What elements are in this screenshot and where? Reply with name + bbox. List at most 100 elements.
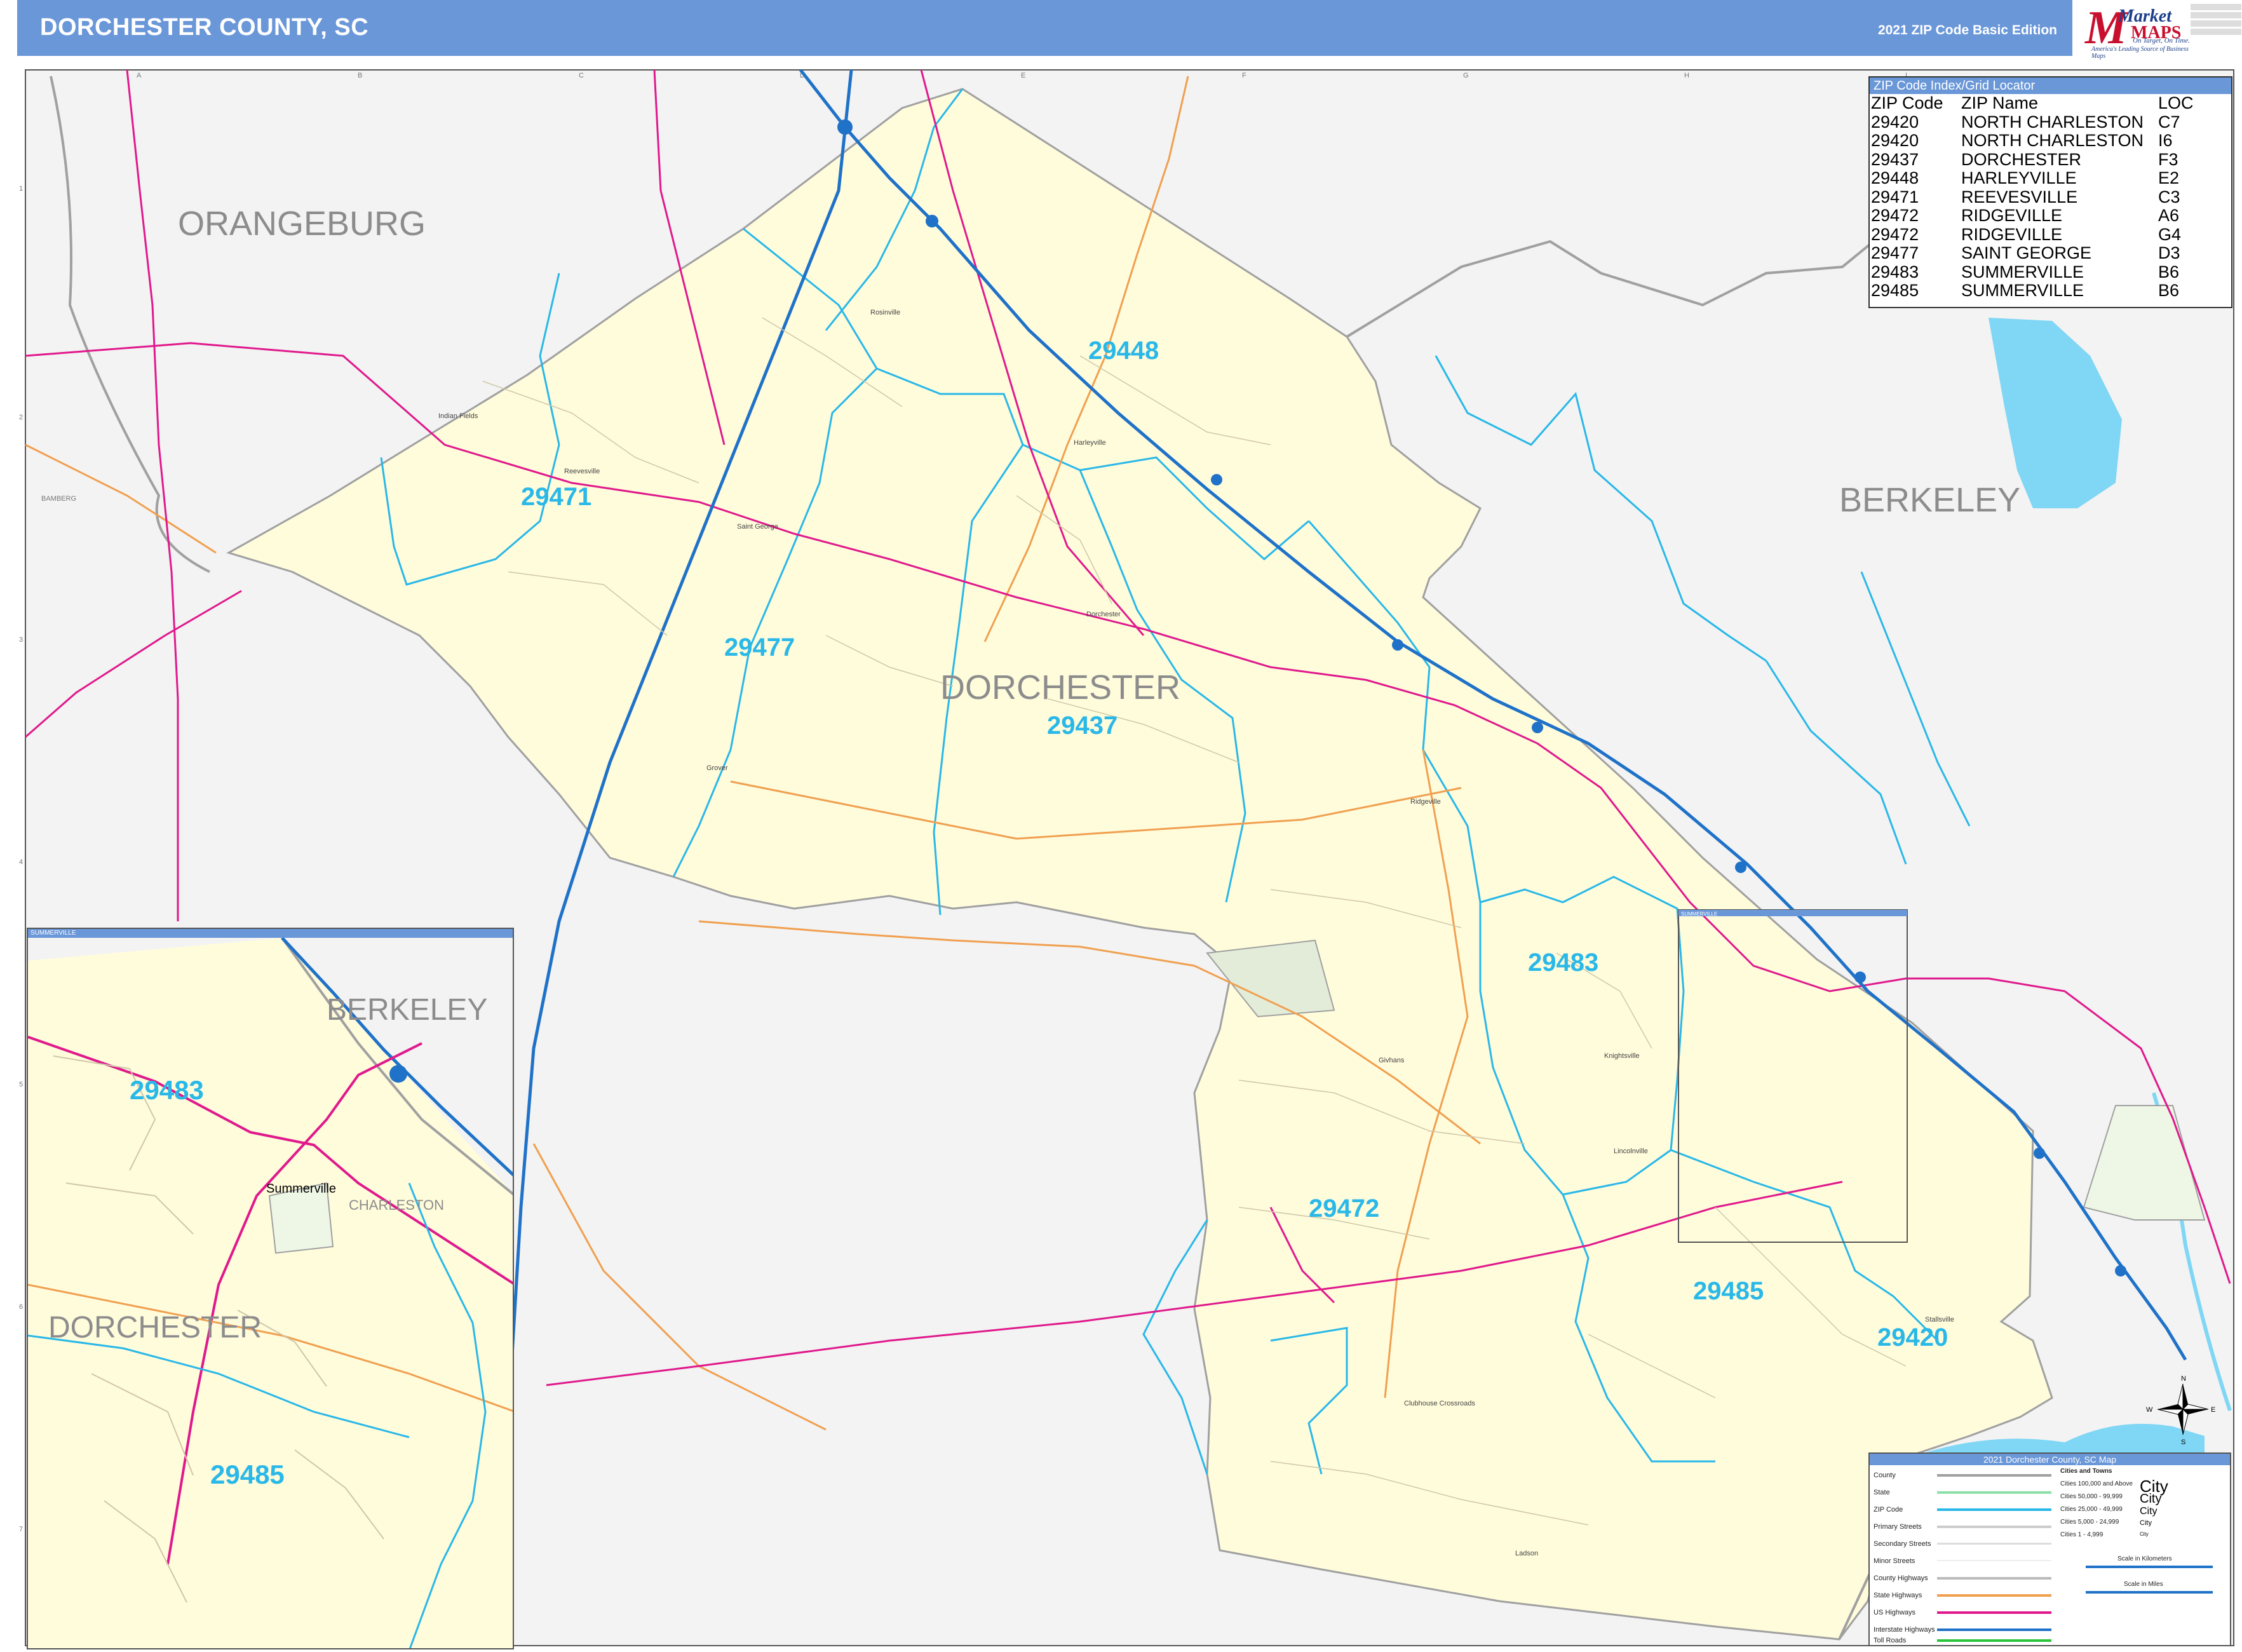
zip-label-29471: 29471 xyxy=(521,483,591,511)
grid-col-h: H xyxy=(1684,72,1689,79)
legend-item-us-hwy: US Highways xyxy=(1874,1609,1916,1616)
grid-col-g: G xyxy=(1463,72,1469,79)
legend-city-sample-4: City xyxy=(2140,1519,2152,1527)
map-legend: 2021 Dorchester County, SC Map County St… xyxy=(1868,1452,2231,1646)
table-row: 29420 NORTH CHARLESTON C7 xyxy=(1871,112,2194,132)
legend-city-tier-1: Cities 100,000 and Above xyxy=(2060,1480,2133,1487)
cell-name: REEVESVILLE xyxy=(1961,187,2078,207)
table-row: 29472 RIDGEVILLE A6 xyxy=(1871,206,2194,226)
legend-swatch-zip xyxy=(1937,1508,2051,1511)
legend-city-tier-5: Cities 1 - 4,999 xyxy=(2060,1531,2104,1538)
berkeley-label: BERKELEY xyxy=(1839,481,2020,519)
compass-west: W xyxy=(2146,1406,2153,1414)
zip-label-29420: 29420 xyxy=(1877,1324,1948,1351)
cell-loc: A6 xyxy=(2158,206,2180,225)
grid-col-f: F xyxy=(1242,72,1246,79)
inset-zip-29483: 29483 xyxy=(130,1075,204,1105)
cell-zip: 29472 xyxy=(1871,224,1919,244)
legend-city-tier-3: Cities 25,000 - 49,999 xyxy=(2060,1506,2123,1513)
cell-zip: 29471 xyxy=(1871,187,1919,207)
zip-label-29472: 29472 xyxy=(1309,1195,1379,1222)
summerville-locator-label: SUMMERVILLE xyxy=(1681,911,1717,917)
legend-scale-miles-bar xyxy=(2086,1591,2213,1594)
town-saint-george: Saint George xyxy=(737,523,778,531)
table-row: 29477 SAINT GEORGE D3 xyxy=(1871,243,2194,263)
legend-item-county: County xyxy=(1874,1472,1896,1479)
town-reevesville: Reevesville xyxy=(564,468,600,475)
legend-swatch-county xyxy=(1937,1474,2051,1477)
cell-name: RIDGEVILLE xyxy=(1961,224,2063,244)
cell-loc: B6 xyxy=(2158,281,2180,300)
legend-item-state: State xyxy=(1874,1489,1890,1496)
bamberg-label: BAMBERG xyxy=(41,495,76,503)
grid-col-a: A xyxy=(137,72,142,79)
legend-item-zip: ZIP Code xyxy=(1874,1506,1903,1513)
cell-loc: C7 xyxy=(2158,112,2180,132)
cell-zip: 29485 xyxy=(1871,281,1919,300)
inset-charleston-label: CHARLESTON xyxy=(349,1197,444,1213)
zip-label-29485: 29485 xyxy=(1693,1277,1764,1305)
town-clubhouse-crossroads: Clubhouse Crossroads xyxy=(1404,1400,1475,1407)
col-zip-name: ZIP Name xyxy=(1961,93,2039,112)
legend-city-sample-3: City xyxy=(2140,1506,2158,1517)
cell-name: DORCHESTER xyxy=(1961,149,2082,169)
legend-city-sample-2: City xyxy=(2140,1492,2162,1506)
grid-row-2: 2 xyxy=(19,414,23,421)
zip-index-table: ZIP Code ZIP Name LOC 29420 NORTH CHARLES… xyxy=(1871,93,2194,301)
table-row: 29448 HARLEYVILLE E2 xyxy=(1871,168,2194,188)
town-harleyville: Harleyville xyxy=(1074,439,1106,447)
legend-item-county-hwy: County Highways xyxy=(1874,1574,1928,1582)
legend-swatch-interstate xyxy=(1937,1628,2051,1631)
cell-name: NORTH CHARLESTON xyxy=(1961,131,2144,150)
cell-name: SAINT GEORGE xyxy=(1961,243,2092,262)
legend-item-interstate: Interstate Highways xyxy=(1874,1626,1935,1634)
legend-item-toll: Toll Roads xyxy=(1874,1637,1907,1644)
inset-interstate-shield xyxy=(389,1065,407,1083)
legend-item-state-hwy: State Highways xyxy=(1874,1592,1922,1599)
inset-title-bar: SUMMERVILLE xyxy=(28,929,513,938)
cell-loc: G4 xyxy=(2158,224,2182,244)
compass-south: S xyxy=(2181,1439,2185,1446)
table-row: 29472 RIDGEVILLE G4 xyxy=(1871,224,2194,245)
inset-dorchester-label: DORCHESTER xyxy=(48,1311,262,1344)
grid-col-c: C xyxy=(579,72,584,79)
zip-index-title: ZIP Code Index/Grid Locator xyxy=(1870,78,2231,94)
legend-swatch-primary xyxy=(1937,1526,2051,1528)
legend-swatch-us-hwy xyxy=(1937,1611,2051,1614)
col-zip-code: ZIP Code xyxy=(1871,93,1943,112)
grid-row-5: 5 xyxy=(19,1081,23,1088)
legend-swatch-toll xyxy=(1937,1639,2051,1642)
grid-col-b: B xyxy=(358,72,362,79)
zip-index-panel: ZIP Code Index/Grid Locator ZIP Code ZIP… xyxy=(1868,76,2232,308)
town-rosinville: Rosinville xyxy=(870,309,900,316)
cell-name: HARLEYVILLE xyxy=(1961,168,2077,187)
summerville-inset-map[interactable]: SUMMERVILLE BERKELEY DORCHESTER CHARLEST… xyxy=(27,928,514,1649)
zip-label-29477: 29477 xyxy=(724,633,795,661)
zip-index-header-row: ZIP Code ZIP Name LOC xyxy=(1871,93,2194,113)
inset-berkeley-label: BERKELEY xyxy=(327,993,488,1027)
table-row: 29485 SUMMERVILLE B6 xyxy=(1871,281,2194,301)
legend-scale-miles-label: Scale in Miles xyxy=(2124,1581,2163,1588)
inset-county-area xyxy=(28,938,513,1648)
cell-name: NORTH CHARLESTON xyxy=(1961,112,2144,132)
grid-row-4: 4 xyxy=(19,858,23,866)
compass-north: N xyxy=(2181,1375,2186,1383)
cell-loc: B6 xyxy=(2158,262,2180,281)
cell-loc: F3 xyxy=(2158,149,2178,169)
legend-swatch-secondary xyxy=(1937,1543,2051,1545)
grid-row-1: 1 xyxy=(19,185,23,193)
legend-item-secondary: Secondary Streets xyxy=(1874,1540,1931,1548)
cell-name: SUMMERVILLE xyxy=(1961,262,2084,281)
legend-item-minor: Minor Streets xyxy=(1874,1557,1915,1565)
legend-title: 2021 Dorchester County, SC Map xyxy=(1870,1454,2230,1465)
cell-zip: 29477 xyxy=(1871,243,1919,262)
dorchester-label: DORCHESTER xyxy=(940,668,1180,707)
town-ladson: Ladson xyxy=(1515,1550,1538,1557)
table-row: 29420 NORTH CHARLESTON I6 xyxy=(1871,131,2194,151)
legend-swatch-county-hwy xyxy=(1937,1577,2051,1580)
inset-map-svg xyxy=(28,937,513,1648)
town-lincolnville: Lincolnville xyxy=(1614,1148,1648,1155)
town-ridgeville: Ridgeville xyxy=(1410,798,1441,806)
table-row: 29471 REEVESVILLE C3 xyxy=(1871,187,2194,207)
grid-row-7: 7 xyxy=(19,1526,23,1533)
